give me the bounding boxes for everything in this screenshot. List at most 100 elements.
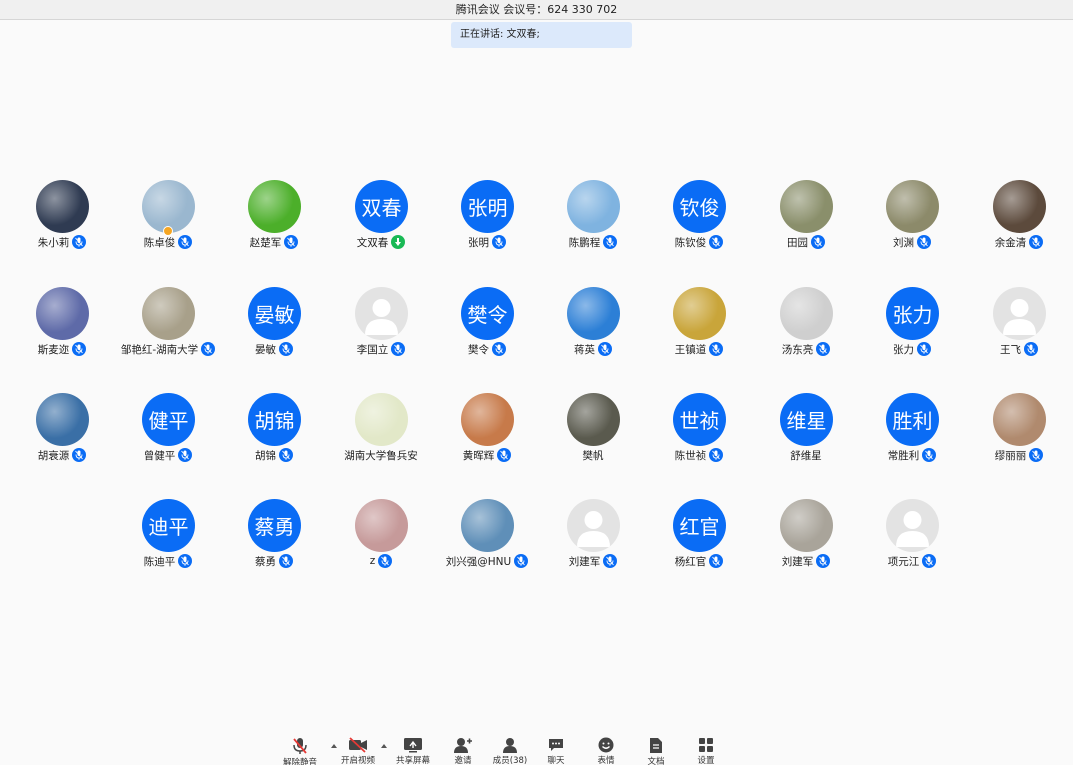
participant-tile[interactable]: 项元江 [859,499,965,579]
share-screen-button[interactable]: 共享屏幕 [387,732,439,765]
avatar [36,180,89,233]
participant-tile[interactable]: 刘建军 [540,499,646,579]
mic-muted-icon [378,554,393,568]
participant-name: 田园 [787,236,808,249]
participant-tile[interactable]: 王飞 [966,287,1072,367]
participant-tile[interactable]: 陈卓俊 [115,180,221,260]
participant-name: 缪丽丽 [994,449,1027,462]
avatar-initials: 胜利 [892,409,933,433]
avatar-initials: 张力 [892,303,933,327]
participant-name-row: 刘渊 [859,234,965,250]
participant-name-row: 晏敏 [221,341,327,357]
mic-muted-icon [922,554,937,568]
participant-tile[interactable]: 王镇道 [646,287,752,367]
participant-tile[interactable]: 胜利常胜利 [859,393,965,473]
participant-tile[interactable]: 世祯 陈世祯 [646,393,752,473]
participant-tile[interactable]: 刘渊 [859,180,965,260]
mic-speaking-icon [391,235,406,249]
reactions-button[interactable]: 表情 [580,732,632,765]
participant-tile[interactable]: 蒋英 [540,287,646,367]
participant-name: 曾健平 [143,449,176,462]
mic-muted-icon [1029,235,1044,249]
participant-tile[interactable]: 胡衰源 [9,393,115,473]
avatar-initials: 蔡勇 [254,515,295,539]
chat-button[interactable]: 聊天 [530,732,582,765]
participant-name: 蔡勇 [255,555,276,568]
participant-tile[interactable]: 健平 曾健平 [115,393,221,473]
participant-name: 余金清 [994,236,1027,249]
participant-tile[interactable]: 湖南大学鲁兵安 [328,393,434,473]
participant-tile[interactable]: 朱小莉 [9,180,115,260]
participant-name-row: 李国立 [328,341,434,357]
participant-tile[interactable]: 余金清 [966,180,1072,260]
participant-tile[interactable]: 樊令 樊令 [434,287,540,367]
participant-tile[interactable]: 刘建军 [753,499,859,579]
avatar [36,393,89,446]
participant-tile[interactable]: 汤东亮 [753,287,859,367]
mic-muted-icon [391,342,406,356]
participant-name-row: 汤东亮 [753,341,859,357]
participant-tile[interactable]: 缪丽丽 [966,393,1072,473]
participant-tile[interactable]: 双春 文双春 [328,180,434,260]
participant-tile[interactable]: 张明 张明 [434,180,540,260]
avatar [355,499,408,552]
start-video-label: 开启视频 [340,756,375,765]
document-icon [646,737,666,754]
participant-tile[interactable]: 蔡勇 蔡勇 [221,499,327,579]
mic-muted-icon [709,235,724,249]
start-video-button[interactable]: 开启视频 [332,732,384,765]
participant-name: 蒋英 [574,343,595,356]
mic-muted-icon [72,235,87,249]
participant-tile[interactable]: 胡锦 胡锦 [221,393,327,473]
invite-user-icon [453,737,473,753]
participant-tile[interactable]: 斯麦迩 [9,287,115,367]
participant-name: z [369,555,376,567]
participant-name-row: 赵楚军 [221,234,327,250]
share-screen-icon [403,737,423,753]
participant-tile[interactable]: 樊帆 [540,393,646,473]
participant-tile[interactable]: 田园 [753,180,859,260]
unmute-button[interactable]: 解除静音 [274,732,326,765]
participant-name: 张明 [468,236,489,249]
participant-name-row: 王飞 [966,341,1072,357]
mic-muted-icon [709,448,724,462]
avatar: 世祯 [673,393,726,446]
participant-name-row: 樊帆 [540,447,646,463]
docs-button[interactable]: 文档 [630,732,682,765]
participant-name: 常胜利 [887,449,920,462]
participant-tile[interactable]: 邹艳红-湖南大学 [115,287,221,367]
participant-name-row: 陈世祯 [646,447,752,463]
settings-button[interactable]: 设置 [680,732,732,765]
participant-tile[interactable]: 黄晖辉 [434,393,540,473]
avatar: 钦俊 [673,180,726,233]
chat-label: 聊天 [547,756,565,765]
participant-name: 斯麦迩 [37,343,70,356]
participant-tile[interactable]: 钦俊 陈钦俊 [646,180,752,260]
docs-label: 文档 [647,757,665,765]
participant-name: 黄晖辉 [462,449,495,462]
invite-button[interactable]: 邀请 [437,732,489,765]
participant-tile[interactable]: 张力 张力 [859,287,965,367]
avatar: 樊令 [461,287,514,340]
avatar-initials: 维星 [786,409,827,433]
participant-name: 陈钦俊 [674,236,707,249]
avatar [780,287,833,340]
members-button[interactable]: 成员(38) [484,732,536,765]
participant-tile[interactable]: 维星 舒维星 [753,393,859,473]
participant-name-row: 曾健平 [115,447,221,463]
mic-muted-icon [603,554,618,568]
avatar: 健平 [142,393,195,446]
participant-tile[interactable]: 红官 杨红官 [646,499,752,579]
participant-name: 舒维星 [790,449,822,462]
participant-tile[interactable]: 陈鹏程 [540,180,646,260]
participant-tile[interactable]: 迪平 陈迪平 [115,499,221,579]
participant-tile[interactable]: 刘兴强@HNU [434,499,540,579]
avatar [248,180,301,233]
participant-tile[interactable]: z [328,499,434,579]
participant-tile[interactable]: 晏敏 晏敏 [221,287,327,367]
members-label: 成员(38) [492,756,528,765]
participant-tile[interactable]: 李国立 [328,287,434,367]
avatar [461,499,514,552]
participant-tile[interactable]: 赵楚军 [221,180,327,260]
participant-name: 汤东亮 [781,343,814,356]
